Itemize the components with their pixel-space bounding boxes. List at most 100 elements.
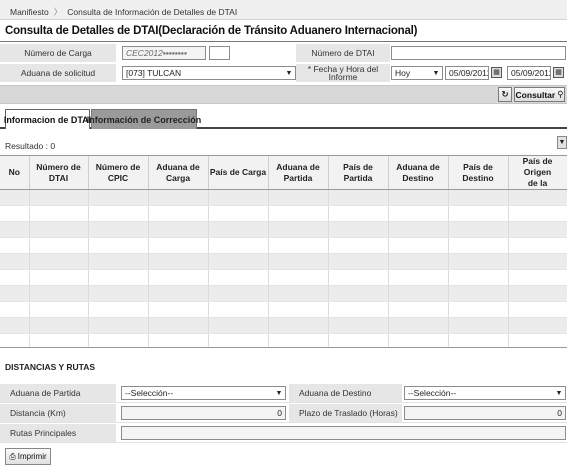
table-cell (328, 269, 389, 286)
table-cell (268, 189, 329, 206)
table-cell (388, 301, 449, 318)
table-cell (508, 205, 567, 222)
numero-dtai-input[interactable] (391, 46, 566, 60)
table-cell (0, 333, 30, 347)
grid-column-header[interactable]: País de Origen de la (508, 156, 567, 190)
chevron-down-icon: ▼ (274, 388, 284, 398)
chevron-down-icon: ▼ (284, 68, 294, 78)
grid-column-header[interactable]: No (0, 156, 30, 190)
table-cell (268, 317, 329, 334)
table-cell (0, 221, 30, 238)
numero-carga-suffix-input[interactable] (209, 46, 230, 60)
table-cell (88, 205, 149, 222)
table-cell (88, 333, 149, 347)
table-row (0, 189, 567, 206)
grid-column-header[interactable]: Aduana de Partida (268, 156, 329, 190)
fecha-hasta-input[interactable]: 05/09/2012 (507, 66, 551, 80)
table-cell (388, 189, 449, 206)
plazo-label: Plazo de Traslado (Horas) (289, 404, 402, 422)
table-cell (0, 285, 30, 302)
breadcrumb: Manifiesto 〉 Consulta de Información de De… (0, 0, 567, 20)
table-cell (208, 301, 269, 318)
fecha-hora-label: * Fecha y Hora del Informe (296, 64, 390, 82)
table-cell (388, 221, 449, 238)
fecha-desde-input[interactable]: 05/09/2012 (445, 66, 489, 80)
grid-column-header[interactable]: Número de CPIC (88, 156, 149, 190)
aduana-partida-label: Aduana de Partida (0, 384, 116, 402)
grid-column-header[interactable]: Aduana de Destino (388, 156, 449, 190)
refresh-button[interactable]: ↻ (498, 87, 512, 102)
table-cell (508, 269, 567, 286)
periodo-select[interactable]: Hoy ▼ (391, 66, 443, 80)
table-cell (388, 237, 449, 254)
aduana-destino-label: Aduana de Destino (289, 384, 402, 402)
table-cell (0, 301, 30, 318)
expand-down-icon[interactable]: ▼ (557, 136, 567, 149)
printer-icon: ⎙ (9, 451, 16, 461)
table-cell (508, 221, 567, 238)
table-row (0, 301, 567, 318)
form-row-2: Aduana de solicitud [073] TULCAN ▼ * Fec… (0, 64, 567, 82)
numero-carga-input[interactable]: CEC2012▪▪▪▪▪▪▪▪ (122, 46, 206, 60)
section-title-distancias: DISTANCIAS Y RUTAS (5, 362, 96, 372)
table-row (0, 253, 567, 270)
distancia-field: 0 (121, 406, 286, 420)
print-button[interactable]: ⎙ Imprimir (5, 448, 51, 465)
table-cell (0, 189, 30, 206)
action-bar: ↻ Consultar ⚲ (0, 85, 567, 104)
chevron-right-icon: 〉 (53, 7, 63, 17)
calendar-icon[interactable]: ▦ (491, 67, 502, 78)
table-cell (508, 189, 567, 206)
table-cell (328, 317, 389, 334)
tab-informacion-dtai[interactable]: Informacion de DTAI (4, 109, 91, 129)
table-row (0, 333, 567, 347)
table-cell (88, 237, 149, 254)
aduana-solicitud-select[interactable]: [073] TULCAN ▼ (122, 66, 296, 80)
table-cell (0, 269, 30, 286)
table-row (0, 221, 567, 238)
table-cell (88, 189, 149, 206)
grid-column-header[interactable]: País de Partida (328, 156, 389, 190)
grid-column-header[interactable]: Número de DTAI (29, 156, 89, 190)
table-cell (328, 237, 389, 254)
table-cell (88, 221, 149, 238)
table-cell (208, 237, 269, 254)
table-cell (328, 189, 389, 206)
grid-column-header[interactable]: Aduana de Carga (148, 156, 209, 190)
results-grid: No Número de DTAI Número de CPIC Aduana de Car… (0, 155, 567, 348)
table-cell (208, 333, 269, 347)
refresh-icon: ↻ (501, 89, 509, 99)
table-cell (268, 301, 329, 318)
table-cell (88, 253, 149, 270)
table-cell (268, 237, 329, 254)
tab-informacion-correccion[interactable]: Información de Corrección (87, 109, 201, 129)
table-cell (508, 333, 567, 347)
table-cell (29, 269, 89, 286)
table-cell (208, 221, 269, 238)
result-count: Resultado : 0 (5, 141, 56, 151)
table-cell (388, 253, 449, 270)
table-cell (208, 317, 269, 334)
grid-column-header[interactable]: País de Destino (448, 156, 509, 190)
calendar-icon[interactable]: ▦ (553, 67, 564, 78)
table-cell (508, 237, 567, 254)
table-cell (268, 285, 329, 302)
table-cell (448, 269, 509, 286)
table-cell (88, 301, 149, 318)
consultar-button[interactable]: Consultar ⚲ (514, 87, 565, 102)
rutas-label: Rutas Principales (0, 424, 116, 442)
search-icon: ⚲ (557, 89, 564, 99)
table-cell (29, 301, 89, 318)
aduana-partida-select[interactable]: --Selección-- ▼ (121, 386, 286, 400)
table-row (0, 237, 567, 254)
table-cell (448, 221, 509, 238)
table-cell (268, 269, 329, 286)
aduana-destino-select[interactable]: --Selección-- ▼ (404, 386, 566, 400)
plazo-field: 0 (404, 406, 566, 420)
aduana-solicitud-label: Aduana de solicitud (0, 64, 116, 82)
grid-column-header[interactable]: País de Carga (208, 156, 269, 190)
breadcrumb-item-manifiesto[interactable]: Manifiesto (10, 7, 49, 17)
table-cell (388, 285, 449, 302)
table-cell (148, 317, 209, 334)
table-cell (448, 301, 509, 318)
